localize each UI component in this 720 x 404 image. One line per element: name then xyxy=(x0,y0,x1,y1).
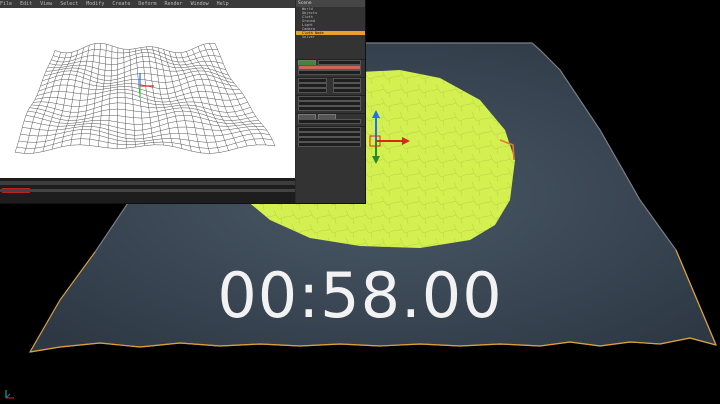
inset-gizmo-icon xyxy=(139,73,154,98)
menu-item-select[interactable]: Select xyxy=(60,1,78,7)
menu-bar: File Edit View Select Modify Create Defo… xyxy=(0,0,295,8)
menu-item-file[interactable]: File xyxy=(0,1,12,7)
inset-viewport[interactable] xyxy=(0,8,295,178)
property-field[interactable] xyxy=(332,88,361,93)
wireframe-mesh xyxy=(14,42,276,154)
timeline-bar[interactable] xyxy=(0,178,295,203)
property-field[interactable] xyxy=(298,106,361,111)
app-inset-window: File Edit View Select Modify Create Defo… xyxy=(0,0,366,204)
menu-item-help[interactable]: Help xyxy=(217,1,229,7)
panel-title: Scene xyxy=(296,0,365,7)
timer-display: 00:58.00 xyxy=(217,259,503,332)
menu-item-deform[interactable]: Deform xyxy=(138,1,156,7)
scene-panel: Scene World Objects Cloth Ground Light C… xyxy=(296,0,365,203)
axes-orientation-icon xyxy=(5,390,14,399)
tree-item[interactable]: Solver xyxy=(296,35,365,39)
property-field[interactable] xyxy=(298,70,361,75)
menu-item-window[interactable]: Window xyxy=(191,1,209,7)
menu-item-edit[interactable]: Edit xyxy=(20,1,32,7)
menu-item-render[interactable]: Render xyxy=(165,1,183,7)
menu-item-view[interactable]: View xyxy=(40,1,52,7)
menu-item-modify[interactable]: Modify xyxy=(86,1,104,7)
property-field[interactable] xyxy=(298,142,361,147)
menu-item-create[interactable]: Create xyxy=(112,1,130,7)
property-field[interactable] xyxy=(298,119,361,124)
property-field[interactable] xyxy=(298,88,327,93)
